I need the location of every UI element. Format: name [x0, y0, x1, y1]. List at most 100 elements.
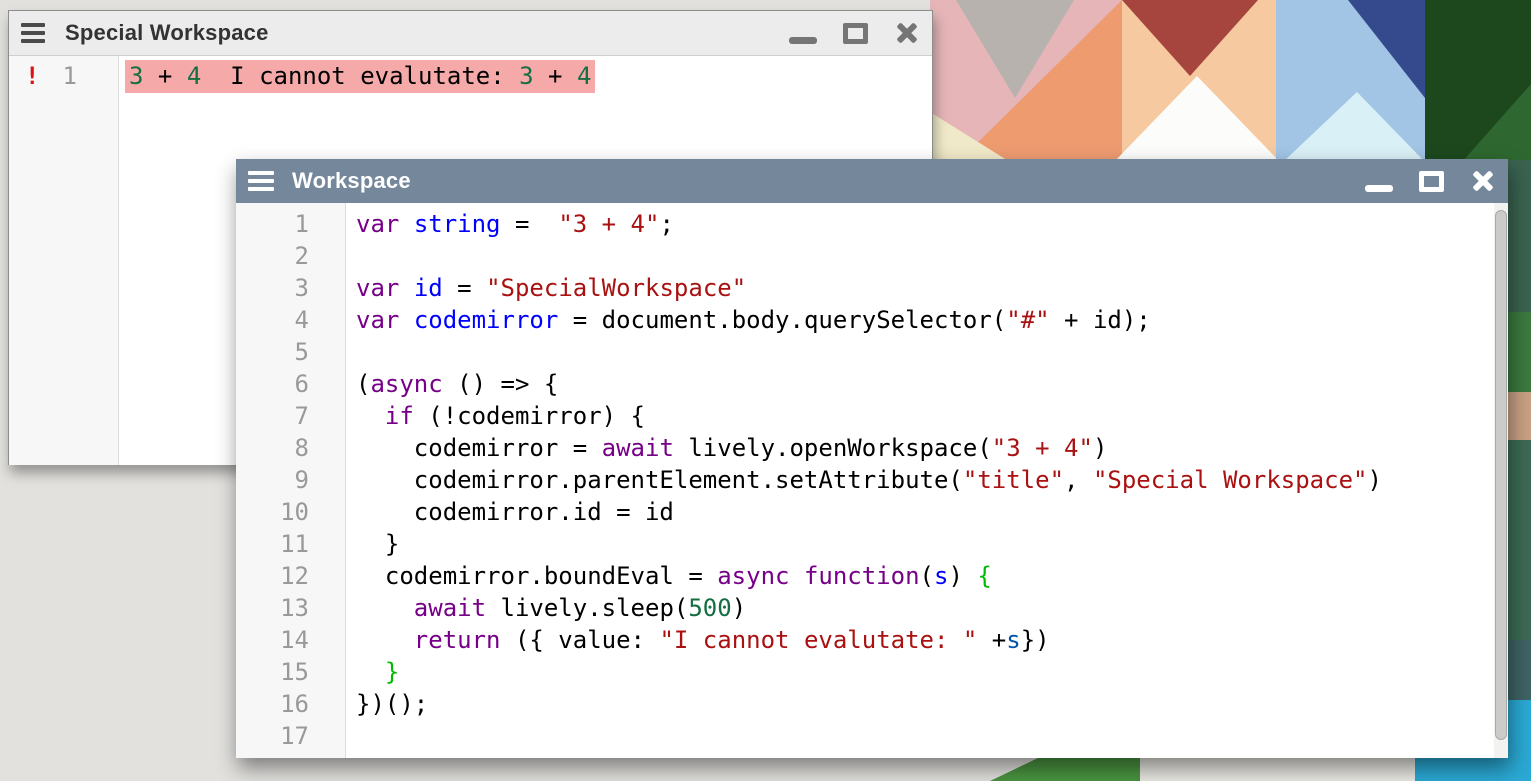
code-token: function — [804, 562, 920, 590]
gutter-line: 11 — [236, 528, 345, 560]
code-line: return ({ value: "I cannot evalutate: " … — [356, 624, 1508, 656]
code-token: { — [977, 562, 991, 590]
code-token: + — [143, 62, 186, 90]
code-token: ) — [1367, 466, 1381, 494]
minimize-icon[interactable] — [789, 37, 817, 44]
code-editor[interactable]: var string = "3 + 4";var id = "SpecialWo… — [346, 203, 1508, 758]
line-number: 15 — [236, 656, 345, 688]
gutter-line: 1 — [236, 208, 345, 240]
line-number: 6 — [236, 368, 345, 400]
code-token: id — [414, 274, 443, 302]
line-number: 7 — [236, 400, 345, 432]
minimize-icon[interactable] — [1365, 185, 1393, 192]
code-line: } — [356, 656, 1508, 688]
code-line: (async () => { — [356, 368, 1508, 400]
code-token: codemirror.parentElement.setAttribute( — [356, 466, 963, 494]
code-token: }) — [1021, 626, 1050, 654]
code-line: await lively.sleep(500) — [356, 592, 1508, 624]
code-token — [356, 626, 414, 654]
code-token: s — [1006, 626, 1020, 654]
code-token: async — [370, 370, 442, 398]
code-token: codemirror = — [356, 434, 602, 462]
close-icon[interactable] — [894, 20, 920, 46]
code-token: string — [414, 210, 501, 238]
gutter-line: 4 — [236, 304, 345, 336]
close-icon[interactable] — [1470, 168, 1496, 194]
editor-gutter: 1234567891011121314151617 — [236, 203, 346, 758]
code-token: + id); — [1050, 306, 1151, 334]
hamburger-icon[interactable] — [248, 171, 276, 191]
code-token: 4 — [577, 62, 591, 90]
code-token: "3 + 4" — [992, 434, 1093, 462]
code-token — [356, 658, 385, 686]
code-token: = document.body.querySelector( — [558, 306, 1006, 334]
window2-titlebar[interactable]: Workspace — [236, 159, 1508, 203]
code-token: ( — [920, 562, 934, 590]
maximize-icon[interactable] — [1419, 171, 1444, 192]
code-token: return — [414, 626, 501, 654]
code-line: })(); — [356, 688, 1508, 720]
line-number: 3 — [236, 272, 345, 304]
code-token: codemirror.id = id — [356, 498, 674, 526]
gutter-line: 14 — [236, 624, 345, 656]
code-line: codemirror = await lively.openWorkspace(… — [356, 432, 1508, 464]
code-token: lively.sleep( — [486, 594, 688, 622]
gutter-line: 8 — [236, 432, 345, 464]
code-token: + — [534, 62, 577, 90]
window-workspace: Workspace 1234567891011121314151617 var … — [236, 159, 1508, 758]
code-line: codemirror.parentElement.setAttribute("t… — [356, 464, 1508, 496]
code-token: })(); — [356, 690, 428, 718]
window1-titlebar[interactable]: Special Workspace — [9, 11, 932, 56]
gutter-line: 9 — [236, 464, 345, 496]
code-token: } — [356, 530, 399, 558]
code-token — [356, 402, 385, 430]
code-line: var string = "3 + 4"; — [356, 208, 1508, 240]
code-token: 3 — [129, 62, 143, 90]
code-token: "Special Workspace" — [1093, 466, 1368, 494]
code-token — [399, 274, 413, 302]
code-token: var — [356, 210, 399, 238]
line-number: 17 — [236, 720, 345, 752]
code-line: codemirror.boundEval = async function(s)… — [356, 560, 1508, 592]
line-number: 5 — [236, 336, 345, 368]
code-token: s — [934, 562, 948, 590]
hamburger-icon[interactable] — [21, 23, 49, 43]
code-token — [789, 562, 803, 590]
code-token: , — [1064, 466, 1093, 494]
code-token: ( — [356, 370, 370, 398]
gutter-line: !1 — [9, 60, 118, 92]
code-token: = — [443, 274, 486, 302]
code-line — [356, 336, 1508, 368]
line-number: 12 — [236, 560, 345, 592]
maximize-icon[interactable] — [843, 23, 868, 44]
gutter-line: 5 — [236, 336, 345, 368]
code-token: } — [385, 658, 399, 686]
code-token: = — [501, 210, 559, 238]
scrollbar-track[interactable] — [1494, 203, 1508, 758]
gutter-line: 15 — [236, 656, 345, 688]
gutter-line: 3 — [236, 272, 345, 304]
gutter-line: 6 — [236, 368, 345, 400]
code-token: "3 + 4" — [558, 210, 659, 238]
code-line: var codemirror = document.body.querySele… — [356, 304, 1508, 336]
code-token: codemirror.boundEval = — [356, 562, 717, 590]
code-line — [356, 720, 1508, 752]
line-number: 13 — [236, 592, 345, 624]
code-line: if (!codemirror) { — [356, 400, 1508, 432]
code-token: "title" — [963, 466, 1064, 494]
gutter-line: 17 — [236, 720, 345, 752]
code-line: codemirror.id = id — [356, 496, 1508, 528]
line-number: 2 — [236, 240, 345, 272]
line-number: 4 — [236, 304, 345, 336]
scrollbar-thumb[interactable] — [1495, 210, 1507, 740]
code-token — [356, 594, 414, 622]
window2-title: Workspace — [292, 168, 411, 194]
code-token: (!codemirror) { — [414, 402, 645, 430]
gutter-line: 13 — [236, 592, 345, 624]
code-line: 3 + 4 I cannot evalutate: 3 + 4 — [129, 60, 932, 92]
line-number: 16 — [236, 688, 345, 720]
line-number: 9 — [236, 464, 345, 496]
code-token: () => { — [443, 370, 559, 398]
line-number: 1 — [9, 60, 118, 92]
code-token: 3 — [519, 62, 533, 90]
